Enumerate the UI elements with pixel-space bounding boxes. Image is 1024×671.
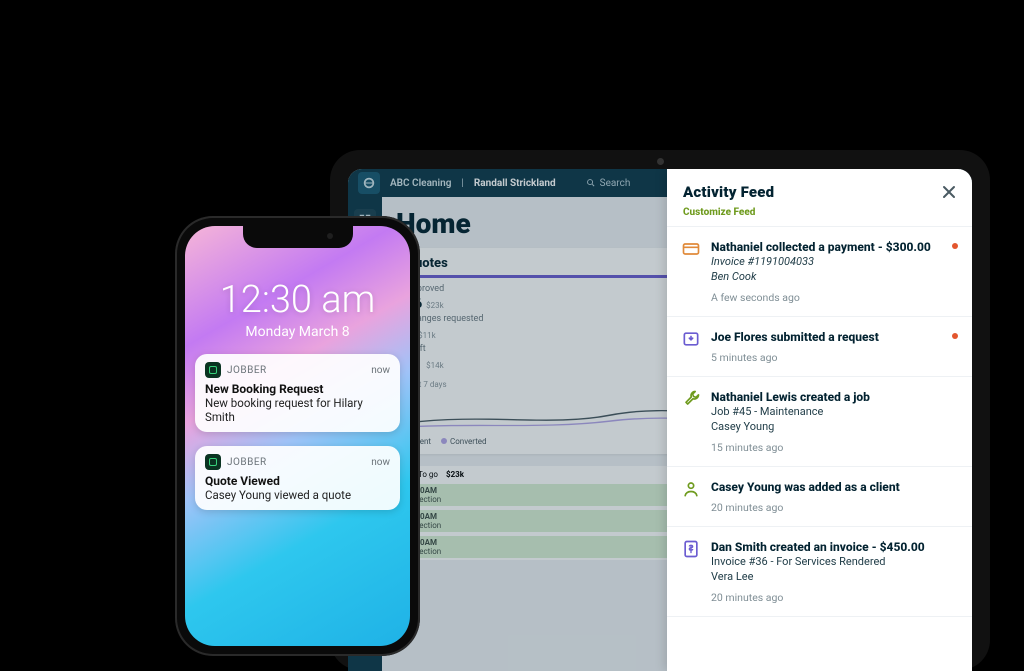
canvas: ABC Cleaning | Randall Strickland Search… [0, 0, 1024, 630]
company-name: ABC Cleaning [390, 178, 451, 189]
separator: | [461, 178, 463, 189]
notification-card[interactable]: JOBBER now Quote Viewed Casey Young view… [195, 446, 400, 510]
tablet-screen: ABC Cleaning | Randall Strickland Search… [348, 169, 972, 671]
notification-body: Casey Young viewed a quote [205, 488, 390, 502]
feed-item-line2: Vera Lee [711, 570, 958, 585]
feed-item-time: 20 minutes ago [711, 501, 958, 514]
phone-device: 12:30 am Monday March 8 JOBBER now New B… [175, 216, 420, 656]
notification-time: now [371, 457, 390, 468]
payment-icon [681, 239, 701, 304]
notification-card[interactable]: JOBBER now New Booking Request New booki… [195, 354, 400, 432]
person-icon [681, 479, 701, 514]
close-button[interactable] [942, 185, 956, 199]
feed-item-line1: Job #45 - Maintenance [711, 405, 958, 420]
notification-app-icon [205, 454, 221, 470]
search-placeholder: Search [600, 178, 631, 189]
notification-time: now [371, 365, 390, 376]
unread-dot [952, 333, 958, 339]
schedule-togo-chip: To go $23k [418, 468, 464, 480]
notification-app-name: JOBBER [227, 457, 267, 468]
feed-item-time: 20 minutes ago [711, 591, 958, 604]
feed-item[interactable]: Dan Smith created an invoice - $450.00 I… [667, 527, 972, 617]
feed-item-title: Dan Smith created an invoice - $450.00 [711, 539, 958, 555]
changes-sub: $11k [418, 331, 436, 340]
feed-item[interactable]: Nathaniel Lewis created a job Job #45 - … [667, 377, 972, 467]
schedule-pill[interactable]: 11:00AMInspection [398, 536, 674, 558]
notification-title: New Booking Request [205, 382, 390, 396]
notification-body: New booking request for Hilary Smith [205, 396, 390, 424]
lock-date: Monday March 8 [185, 324, 410, 340]
feed-item[interactable]: Joe Flores submitted a request 5 minutes… [667, 317, 972, 377]
search-icon [586, 178, 596, 188]
feed-item-title: Joe Flores submitted a request [711, 329, 958, 345]
feed-item-title: Casey Young was added as a client [711, 479, 958, 495]
tablet-device: ABC Cleaning | Randall Strickland Search… [330, 150, 990, 670]
feed-list[interactable]: Nathaniel collected a payment - $300.00 … [667, 227, 972, 671]
activity-feed-title: Activity Feed [683, 183, 774, 201]
request-icon [681, 329, 701, 364]
notification-title: Quote Viewed [205, 474, 390, 488]
search-container[interactable]: Search [586, 178, 631, 189]
close-icon [942, 185, 956, 199]
draft-sub: $14k [426, 361, 444, 370]
feed-item-title: Nathaniel Lewis created a job [711, 389, 958, 405]
phone-notch [243, 226, 353, 248]
feed-item-line1: Invoice #1191004033 [711, 255, 814, 268]
tablet-camera [657, 158, 664, 165]
phone-lockscreen: 12:30 am Monday March 8 JOBBER now New B… [185, 226, 410, 646]
feed-item-line1: Invoice #36 - For Services Rendered [711, 555, 958, 570]
legend-converted: Converted [450, 437, 487, 446]
feed-item-time: 15 minutes ago [711, 441, 958, 454]
lock-time: 12:30 am [185, 278, 410, 322]
feed-item-time: A few seconds ago [711, 291, 958, 304]
notification-app-name: JOBBER [227, 365, 267, 376]
feed-item-title: Nathaniel collected a payment - $300.00 [711, 239, 958, 255]
customize-feed-link[interactable]: Customize Feed [667, 207, 972, 227]
feed-item-line2: Ben Cook [711, 270, 756, 283]
user-name[interactable]: Randall Strickland [474, 178, 556, 189]
notification-app-icon [205, 362, 221, 378]
unread-dot [952, 243, 958, 249]
invoice-icon [681, 539, 701, 604]
feed-item[interactable]: Nathaniel collected a payment - $300.00 … [667, 227, 972, 317]
feed-item-time: 5 minutes ago [711, 351, 958, 364]
app-logo-icon[interactable] [358, 172, 380, 194]
schedule-pill[interactable]: 11:00AMInspection [398, 484, 674, 506]
job-icon [681, 389, 701, 454]
schedule-pill[interactable]: 11:00AMInspection [398, 510, 674, 532]
activity-feed-panel: Activity Feed Customize Feed Nathaniel c… [667, 169, 972, 671]
approved-sub: $23k [426, 301, 444, 310]
feed-item[interactable]: Casey Young was added as a client 20 min… [667, 467, 972, 527]
feed-item-line2: Casey Young [711, 420, 958, 435]
